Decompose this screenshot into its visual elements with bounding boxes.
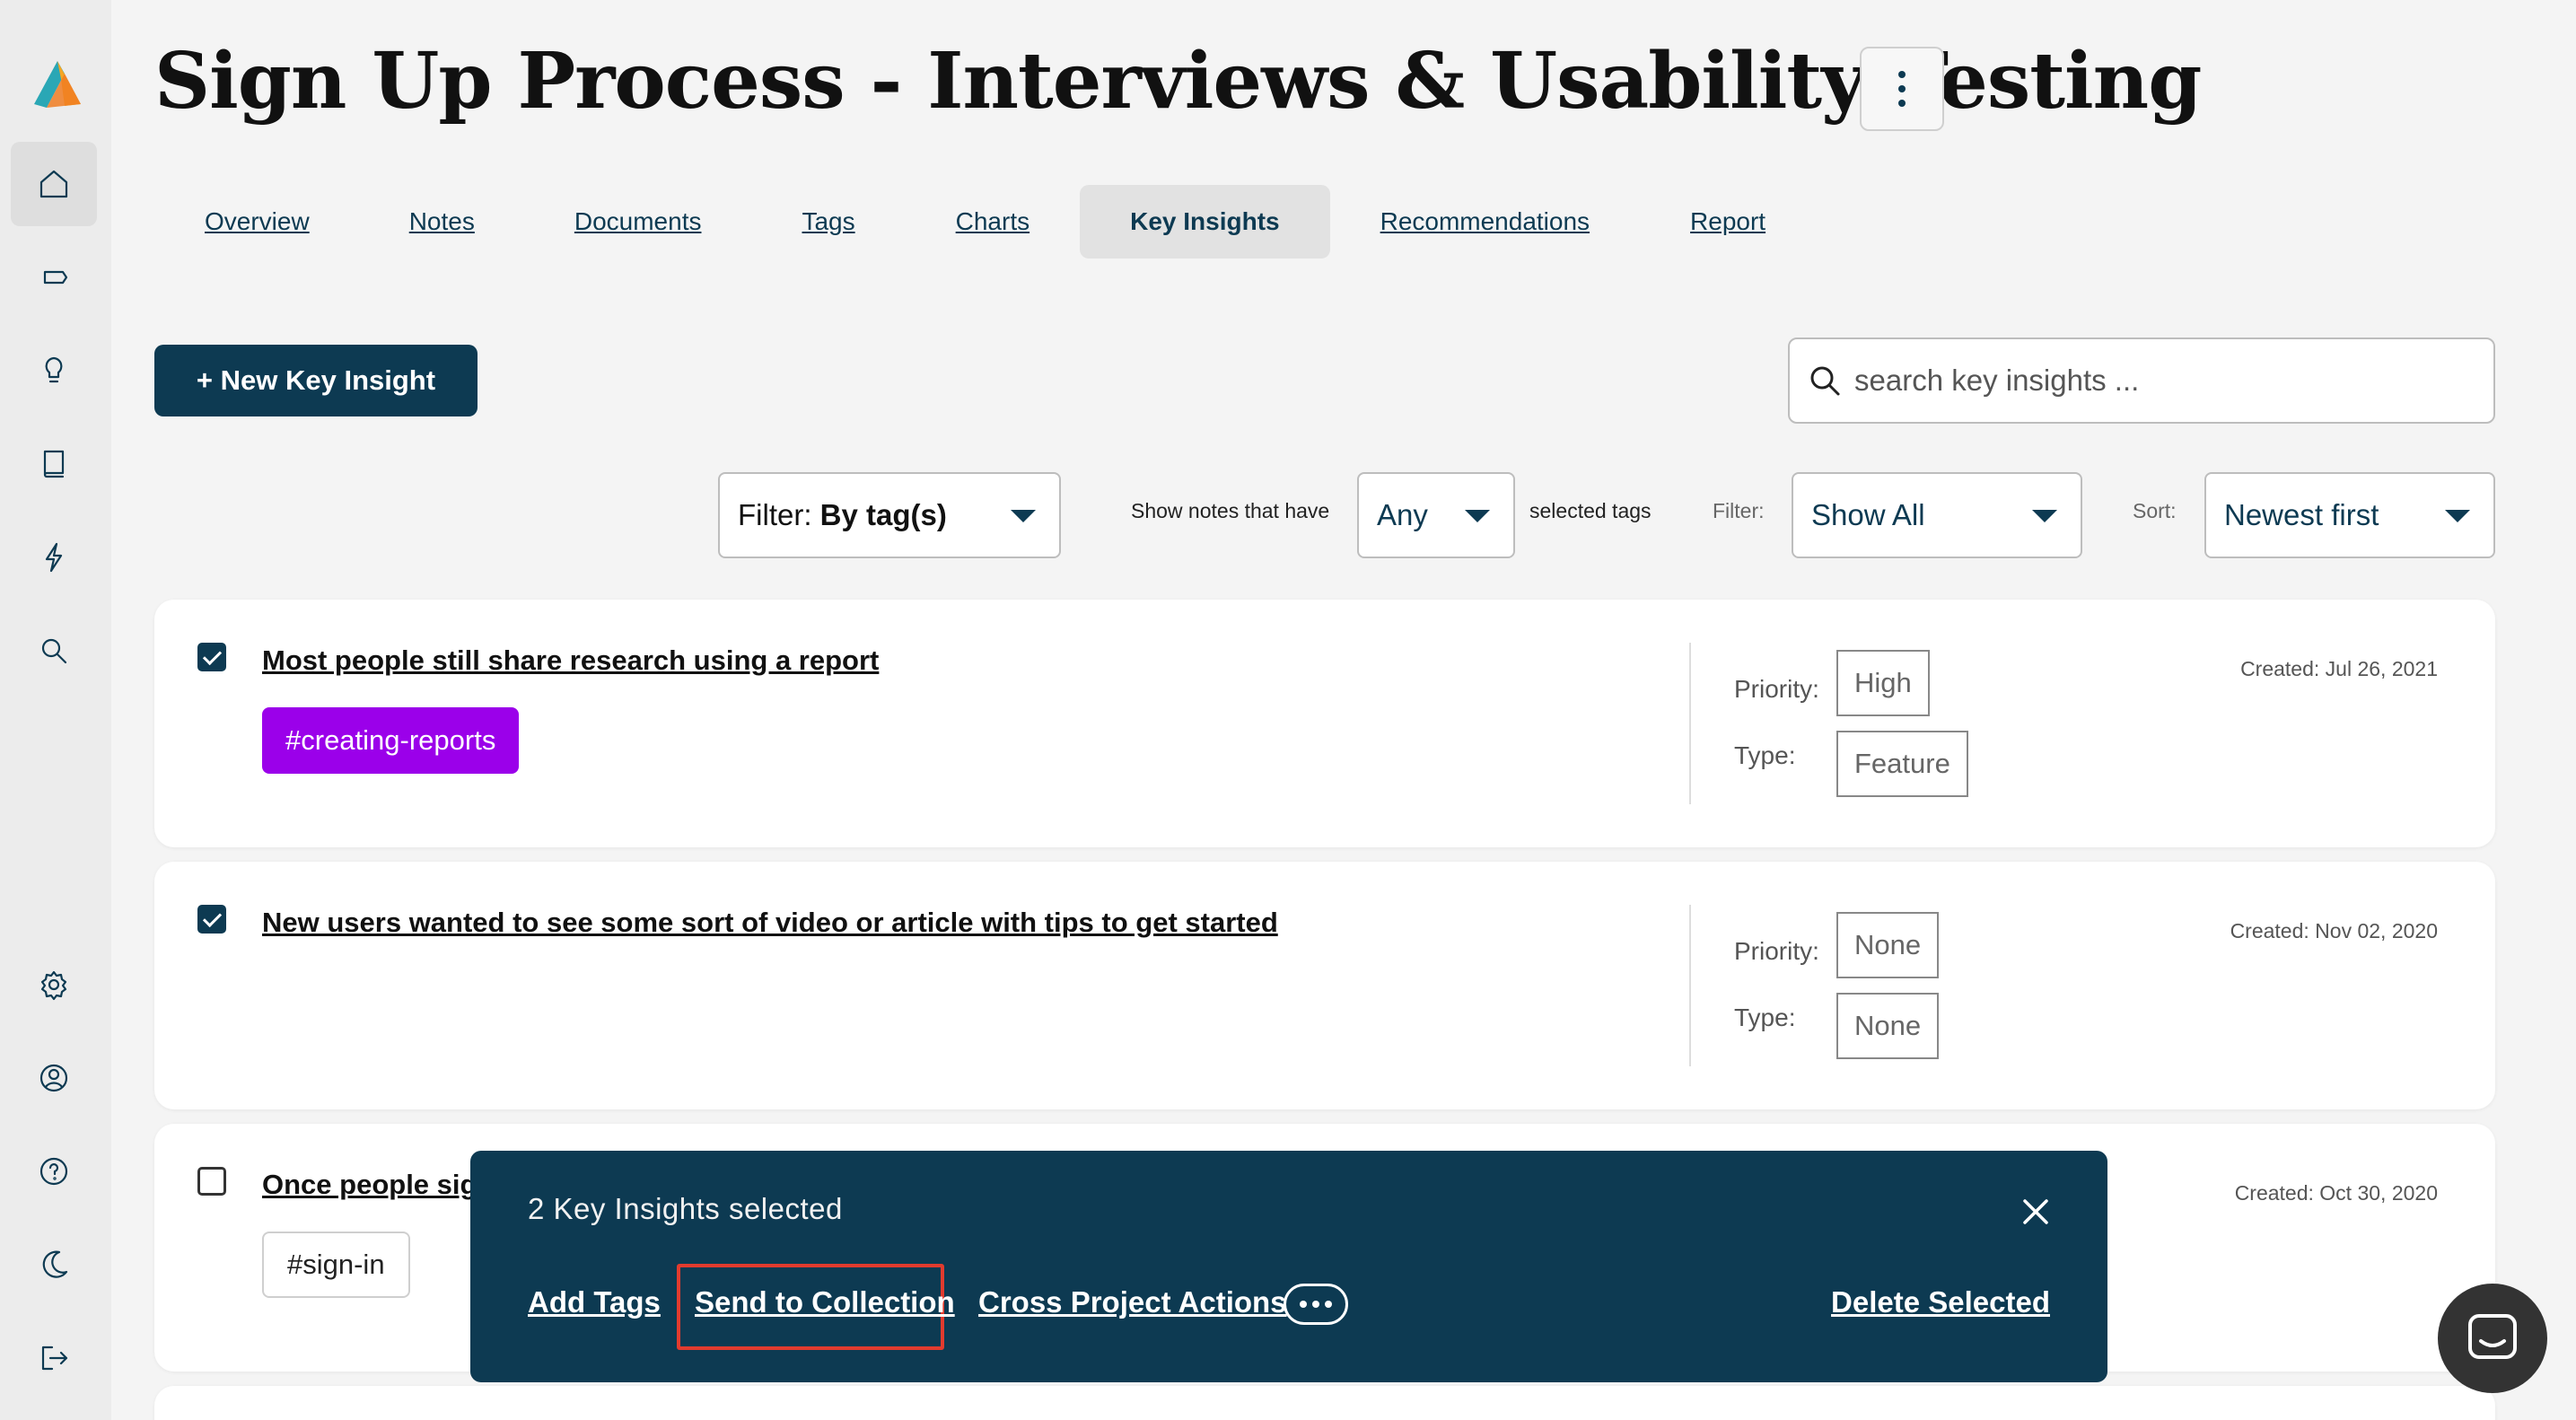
- selected-tags-label: selected tags: [1529, 499, 1652, 522]
- tab-key-insights[interactable]: Key Insights: [1080, 185, 1330, 259]
- insight-checkbox[interactable]: [197, 905, 226, 934]
- send-to-collection-button[interactable]: Send to Collection: [695, 1285, 955, 1319]
- sort-label: Sort:: [2133, 499, 2177, 522]
- more-options-button[interactable]: [1860, 47, 1944, 131]
- priority-label: Priority:: [1734, 937, 1819, 965]
- filter-label: Filter:: [1713, 499, 1765, 522]
- priority-value[interactable]: None: [1836, 912, 1940, 978]
- selected-count: 2 Key Insights selected: [528, 1192, 843, 1225]
- sort-value: Newest first: [2224, 498, 2379, 531]
- cross-project-actions-button[interactable]: Cross Project Actions: [978, 1285, 1287, 1319]
- kebab-dot-icon: [1898, 85, 1906, 92]
- chevron-down-icon: [2445, 510, 2470, 522]
- lightning-icon: [45, 542, 63, 573]
- tab-charts[interactable]: Charts: [906, 185, 1080, 259]
- ellipsis-dot-icon: [1312, 1301, 1319, 1308]
- created-date: Created: Nov 02, 2020: [2230, 919, 2438, 942]
- chevron-down-icon: [1011, 510, 1036, 522]
- sidebar-item-home[interactable]: [11, 142, 97, 226]
- add-tags-button[interactable]: Add Tags: [528, 1285, 661, 1319]
- sidebar-item-search[interactable]: [11, 609, 97, 693]
- tab-tags[interactable]: Tags: [751, 185, 905, 259]
- search-icon: [41, 638, 67, 664]
- sort-dropdown[interactable]: Newest first: [2204, 472, 2495, 558]
- card-divider: [1689, 643, 1691, 804]
- kebab-dot-icon: [1898, 71, 1906, 78]
- insight-title[interactable]: New users wanted to see some sort of vid…: [262, 907, 1278, 939]
- created-date: Created: Oct 30, 2020: [2234, 1181, 2438, 1205]
- show-filter-dropdown[interactable]: Show All: [1792, 472, 2082, 558]
- created-date: Created: Jul 26, 2021: [2240, 657, 2438, 680]
- sidebar: [0, 0, 111, 1420]
- insight-tag[interactable]: #creating-reports: [262, 707, 520, 774]
- sidebar-item-insights[interactable]: [11, 329, 97, 413]
- tab-notes[interactable]: Notes: [360, 185, 524, 259]
- sidebar-item-tags[interactable]: [11, 235, 97, 320]
- tag-filter-value: By tag(s): [819, 498, 947, 531]
- show-filter-value: Show All: [1811, 498, 1925, 531]
- tab-recommendations[interactable]: Recommendations: [1330, 185, 1640, 259]
- selection-action-bar: 2 Key Insights selected Add Tags Send to…: [470, 1151, 2107, 1382]
- type-label: Type:: [1734, 741, 1796, 769]
- tab-bar: Overview Notes Documents Tags Charts Key…: [154, 185, 1816, 259]
- match-dropdown[interactable]: Any: [1357, 472, 1515, 558]
- sidebar-item-dark-mode[interactable]: [11, 1223, 97, 1307]
- tab-documents[interactable]: Documents: [524, 185, 752, 259]
- ellipsis-dot-icon: [1300, 1301, 1307, 1308]
- sidebar-item-help[interactable]: [11, 1129, 97, 1214]
- search-box: [1788, 337, 2495, 424]
- sidebar-item-library[interactable]: [11, 422, 97, 506]
- chevron-down-icon: [1465, 510, 1490, 522]
- type-value[interactable]: None: [1836, 993, 1940, 1059]
- match-value: Any: [1377, 498, 1428, 531]
- help-icon: [39, 1157, 68, 1186]
- ellipsis-dot-icon: [1325, 1301, 1332, 1308]
- type-label: Type:: [1734, 1004, 1796, 1031]
- insight-checkbox[interactable]: [197, 1167, 226, 1196]
- sidebar-item-profile[interactable]: [11, 1036, 97, 1120]
- priority-label: Priority:: [1734, 675, 1819, 703]
- sidebar-item-settings[interactable]: [11, 942, 97, 1027]
- tag-filter-dropdown[interactable]: Filter: By tag(s): [718, 472, 1061, 558]
- app-logo-icon[interactable]: [25, 52, 86, 113]
- chevron-down-icon: [2032, 510, 2057, 522]
- sidebar-item-logout[interactable]: [11, 1316, 97, 1400]
- insight-card[interactable]: Most people still share research using a…: [154, 600, 2495, 847]
- close-icon: [2023, 1199, 2048, 1224]
- show-notes-label: Show notes that have: [1131, 499, 1330, 522]
- priority-value[interactable]: High: [1836, 650, 1930, 716]
- user-icon: [39, 1064, 68, 1092]
- sidebar-item-actions[interactable]: [11, 515, 97, 600]
- insight-checkbox[interactable]: [197, 643, 226, 671]
- close-button[interactable]: [2018, 1194, 2054, 1230]
- insight-card[interactable]: [154, 1386, 2495, 1420]
- chat-launcher-button[interactable]: [2438, 1284, 2547, 1393]
- moon-icon: [42, 1250, 68, 1278]
- kebab-dot-icon: [1898, 100, 1906, 107]
- new-key-insight-button[interactable]: + New Key Insight: [154, 345, 478, 416]
- tab-overview[interactable]: Overview: [154, 185, 360, 259]
- tab-report[interactable]: Report: [1640, 185, 1816, 259]
- book-icon: [43, 450, 65, 478]
- search-input[interactable]: [1854, 364, 2465, 398]
- type-value[interactable]: Feature: [1836, 731, 1968, 797]
- card-divider: [1689, 905, 1691, 1066]
- search-icon: [1810, 366, 1840, 396]
- insight-title[interactable]: Most people still share research using a…: [262, 644, 879, 677]
- home-icon: [39, 170, 68, 198]
- insight-title[interactable]: Once people sig: [262, 1169, 477, 1201]
- insight-card[interactable]: New users wanted to see some sort of vid…: [154, 862, 2495, 1109]
- tag-icon: [43, 270, 68, 285]
- gear-icon: [40, 970, 67, 1001]
- chat-icon: [2468, 1314, 2517, 1359]
- more-actions-button[interactable]: [1284, 1284, 1348, 1325]
- lightbulb-icon: [45, 356, 63, 383]
- logout-icon: [41, 1345, 68, 1371]
- tag-filter-prefix: Filter:: [738, 498, 820, 531]
- insight-tag[interactable]: #sign-in: [262, 1232, 410, 1298]
- delete-selected-button[interactable]: Delete Selected: [1831, 1285, 2050, 1319]
